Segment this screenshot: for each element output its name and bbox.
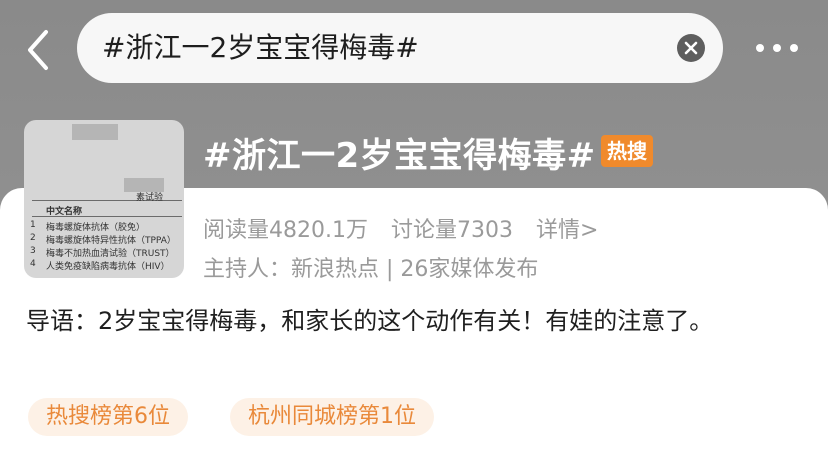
topic-page: #浙江一2岁宝宝得梅毒# 素试验 中文名称 1 梅毒螺旋体抗体（胶免） 2 梅毒… (0, 0, 828, 469)
more-button[interactable] (752, 36, 802, 62)
thumbnail-text: 4 (30, 259, 36, 269)
topic-intro: 导语：2岁宝宝得梅毒，和家长的这个动作有关！有娃的注意了。 (26, 307, 714, 335)
thumbnail-text: 梅毒螺旋体抗体（胶免） (46, 223, 146, 233)
clear-search-button[interactable] (677, 34, 705, 62)
more-dots-icon (773, 44, 781, 52)
hot-badge: 热搜 (601, 135, 653, 167)
topic-stats: 阅读量4820.1万 讨论量7303 详情> (203, 212, 614, 244)
topic-thumbnail: 素试验 中文名称 1 梅毒螺旋体抗体（胶免） 2 梅毒螺旋体特异性抗体（TPPA… (24, 120, 184, 278)
thumbnail-text: 梅毒螺旋体特异性抗体（TPPA） (46, 236, 176, 246)
close-icon (684, 41, 698, 55)
more-dots-icon (790, 44, 798, 52)
topic-title: #浙江一2岁宝宝得梅毒# (203, 136, 596, 176)
thumbnail-text: 1 (30, 220, 36, 230)
details-link[interactable]: 详情> (536, 218, 598, 243)
host-info: 主持人：新浪热点 | 26家媒体发布 (203, 257, 539, 282)
thumbnail-text: 梅毒不加热血清试验（TRUST） (46, 249, 175, 259)
back-button[interactable] (18, 26, 58, 74)
chevron-left-icon (28, 30, 48, 70)
thumbnail-text: 人类免疫缺陷病毒抗体（HIV） (46, 262, 170, 272)
thumbnail-text: 2 (30, 233, 36, 243)
thumbnail-text: 素试验 (136, 193, 164, 203)
search-input[interactable]: #浙江一2岁宝宝得梅毒# (77, 13, 723, 83)
rank-tag-city[interactable]: 杭州同城榜第1位 (230, 398, 434, 436)
more-dots-icon (756, 44, 764, 52)
rank-tag-hot-search[interactable]: 热搜榜第6位 (28, 398, 188, 436)
search-query: #浙江一2岁宝宝得梅毒# (102, 31, 419, 64)
thumbnail-text: 3 (30, 246, 36, 256)
read-count: 阅读量4820.1万 (203, 218, 368, 243)
discussion-count: 讨论量7303 (390, 218, 513, 243)
